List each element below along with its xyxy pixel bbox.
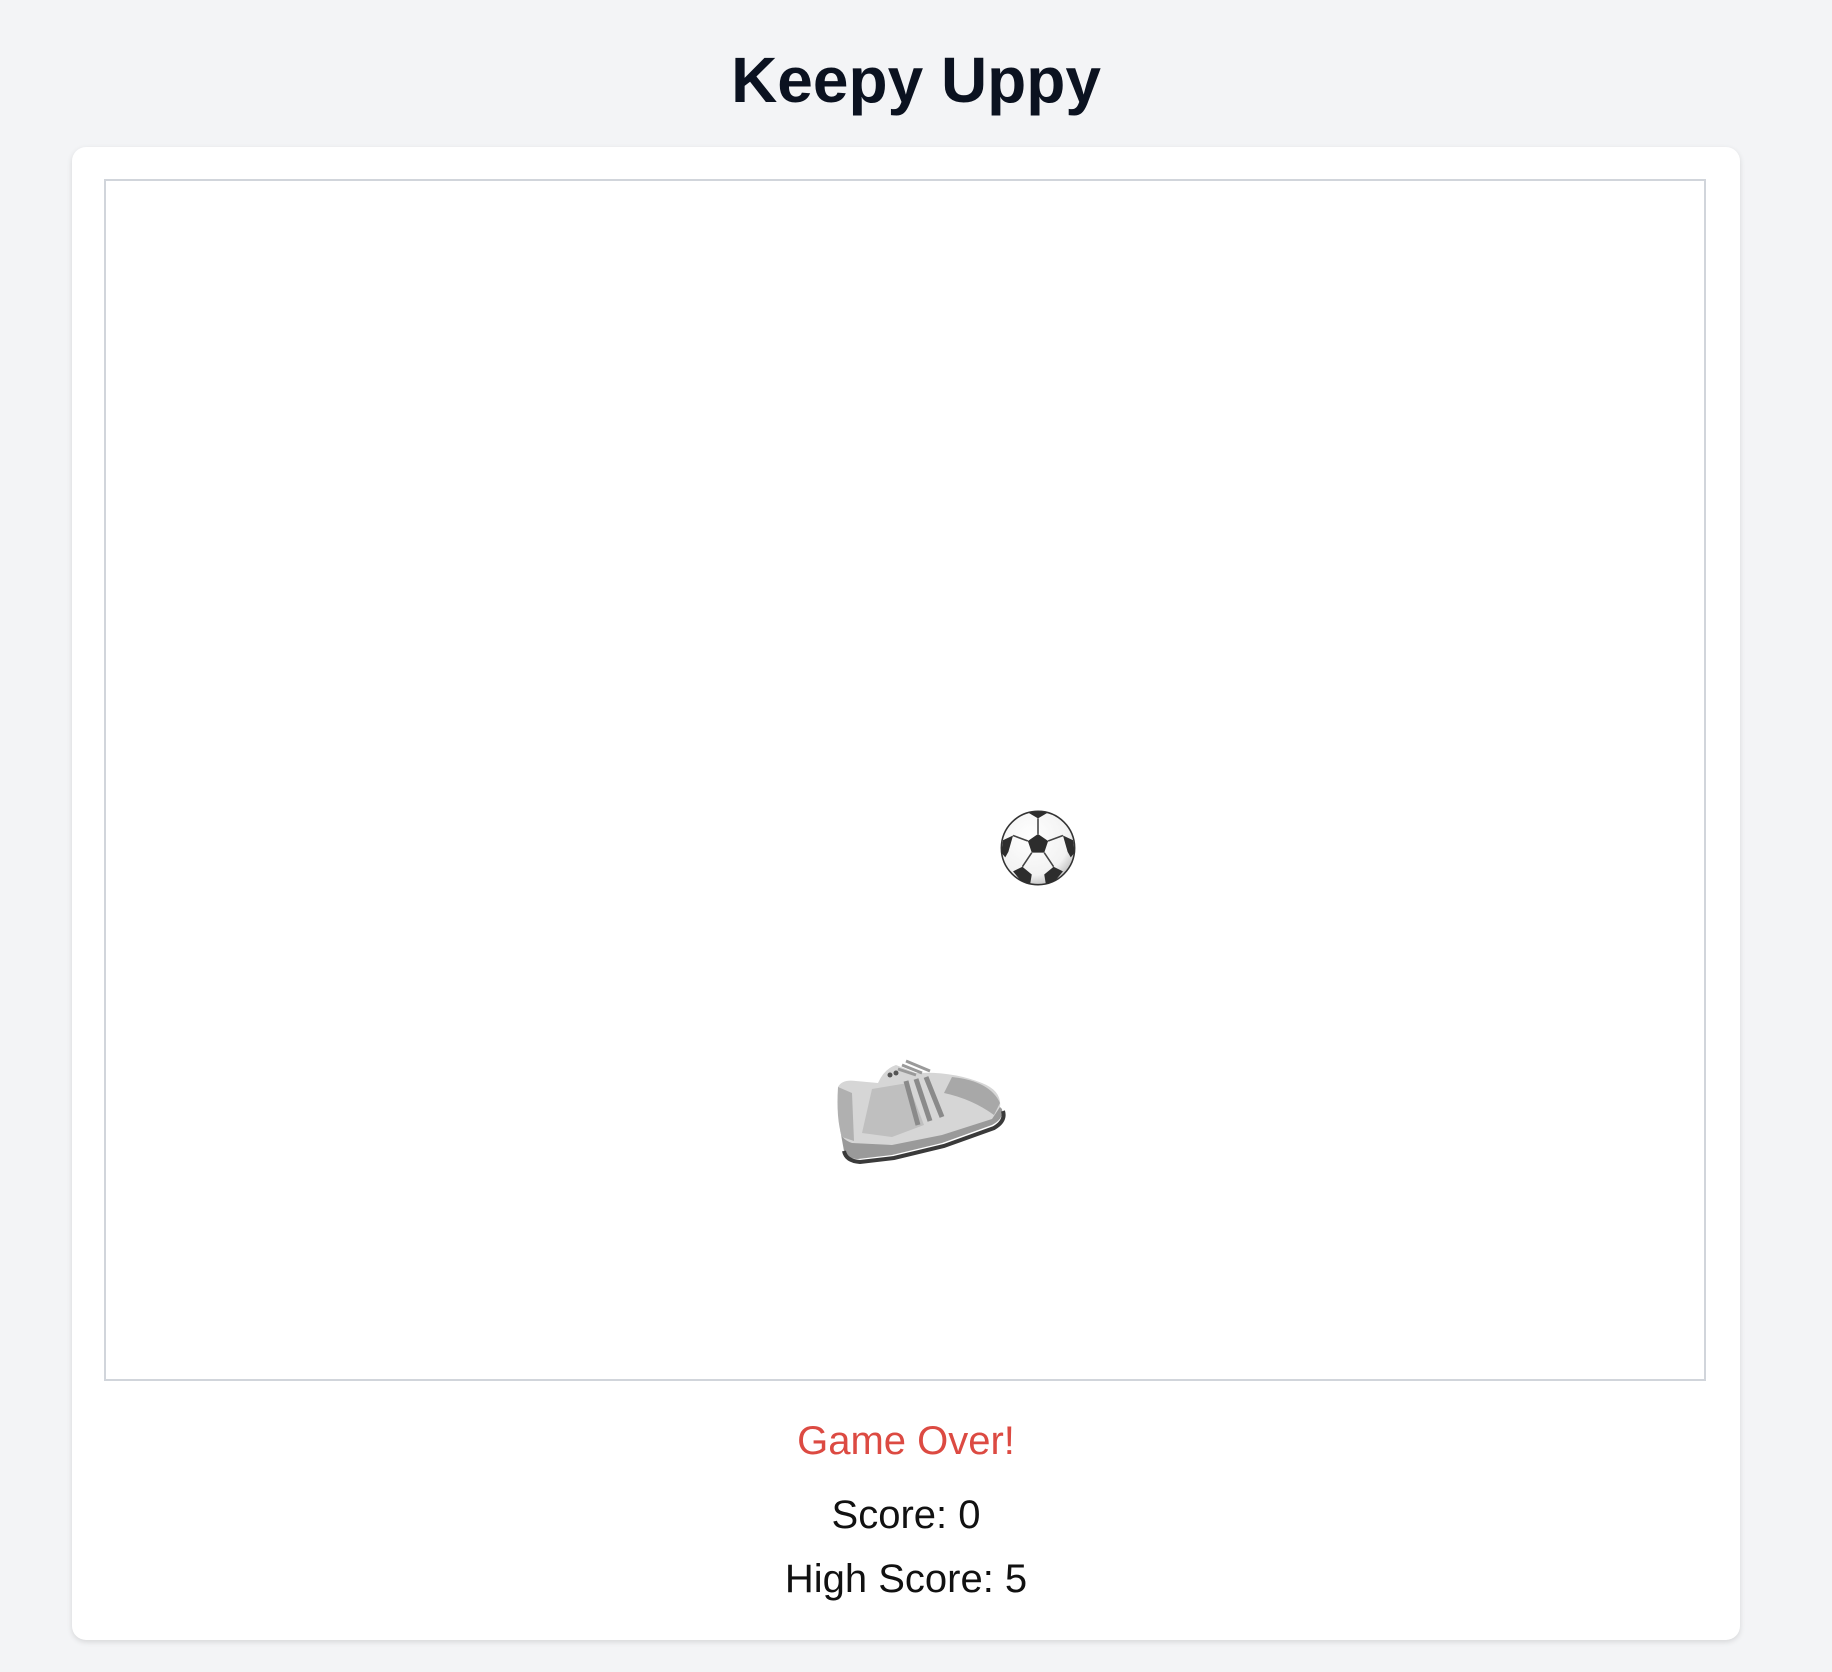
game-canvas[interactable]: [104, 179, 1706, 1381]
game-card: Game Over! Score: 0 High Score: 5: [72, 147, 1740, 1640]
sneaker-icon: [837, 1059, 1006, 1165]
page-title: Keepy Uppy: [731, 44, 1101, 116]
high-score-display: High Score: 5: [784, 1557, 1028, 1601]
score-display: Score: 0: [831, 1493, 981, 1537]
game-over-message: Game Over!: [797, 1419, 1015, 1463]
soccer-ball-icon: [1000, 810, 1076, 886]
